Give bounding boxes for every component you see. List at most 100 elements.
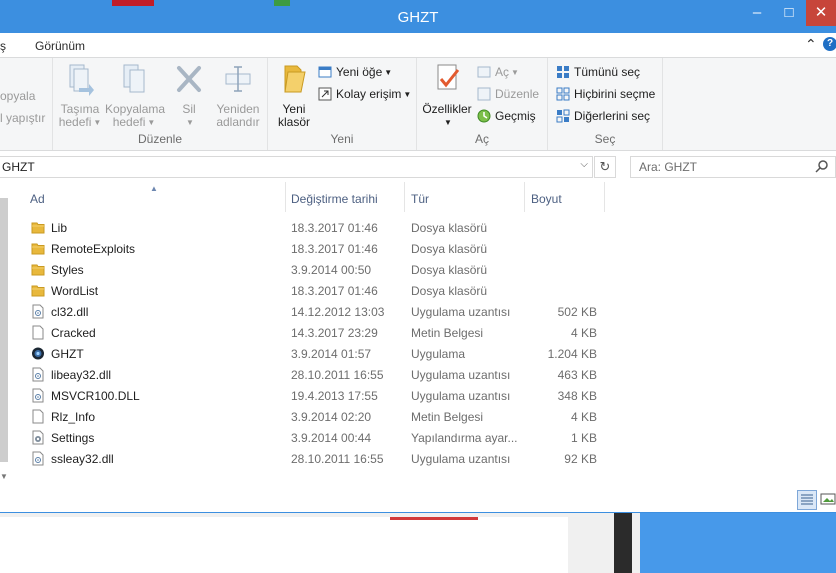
tab-view[interactable]: Görünüm (35, 39, 85, 53)
file-type: Dosya klasörü (411, 263, 488, 277)
scrollbar-thumb[interactable] (0, 198, 8, 462)
file-row[interactable]: Lib 18.3.2017 01:46 Dosya klasörü (0, 217, 620, 238)
background-window-strip (112, 0, 154, 6)
refresh-button[interactable]: ↻ (594, 156, 616, 178)
dll-icon (31, 388, 45, 403)
background-window (0, 512, 836, 573)
search-icon[interactable] (815, 159, 829, 173)
close-button[interactable]: ✕ (806, 0, 836, 26)
ribbon: opyala l yapıştır Taşıma hedefi ▼ Kopyala… (0, 58, 836, 151)
file-row[interactable]: Settings 3.9.2014 00:44 Yapılandırma ayar.… (0, 427, 620, 448)
history-icon (477, 109, 491, 123)
paste-shortcut-button[interactable]: l yapıştır (0, 108, 45, 128)
maximize-button[interactable]: □ (774, 0, 804, 26)
ribbon-tab-strip: ş Görünüm (0, 33, 836, 58)
text-file-icon (31, 409, 45, 424)
file-name: MSVCR100.DLL (51, 389, 140, 403)
file-date: 18.3.2017 01:46 (291, 242, 378, 256)
file-row[interactable]: Rlz_Info 3.9.2014 02:20 Metin Belgesi 4 KB (0, 406, 620, 427)
file-row[interactable]: libeay32.dll 28.10.2011 16:55 Uygulama uza… (0, 364, 620, 385)
minimize-button[interactable]: – (742, 0, 772, 26)
copy-to-button[interactable]: Kopyalama hedefi ▼ (105, 62, 165, 129)
text-file-icon (31, 325, 45, 340)
group-label-select: Seç (594, 132, 616, 146)
file-row[interactable]: GHZT 3.9.2014 01:57 Uygulama 1.204 KB (0, 343, 620, 364)
file-row[interactable]: ssleay32.dll 28.10.2011 16:55 Uygulama uza… (0, 448, 620, 469)
file-type: Uygulama (411, 347, 466, 361)
easy-access-button[interactable]: Kolay erişim ▼ (318, 84, 411, 104)
collapse-ribbon-icon[interactable]: ⌃ (805, 36, 819, 52)
select-all-icon (557, 66, 569, 78)
file-type: Dosya klasörü (411, 284, 488, 298)
address-dropdown-icon[interactable]: ⌵ (580, 159, 588, 170)
file-type: Yapılandırma ayar... (411, 431, 518, 445)
file-name: Settings (51, 431, 95, 445)
background-window-panel (640, 513, 836, 573)
column-header-size[interactable]: Boyut (525, 182, 605, 212)
address-bar[interactable]: GHZT ⌵ (0, 156, 593, 178)
delete-button[interactable]: Sil ▼ (169, 62, 209, 129)
tab-share[interactable]: ş (0, 39, 6, 53)
search-placeholder: Ara: GHZT (639, 160, 698, 174)
new-folder-button[interactable]: Yeni klasör (272, 62, 316, 129)
address-path: GHZT (2, 160, 35, 174)
file-size: 4 KB (570, 410, 597, 424)
file-name: Styles (51, 263, 84, 277)
file-row[interactable]: RemoteExploits 18.3.2017 01:46 Dosya klasö… (0, 238, 620, 259)
edit-button[interactable]: Düzenle (477, 84, 539, 104)
delete-x-icon (177, 66, 201, 92)
file-row[interactable]: cl32.dll 14.12.2012 13:03 Uygulama uzantıs… (0, 301, 620, 322)
file-date: 3.9.2014 00:44 (291, 431, 372, 445)
ribbon-group-select: Tümünü seç Hiçbirini seçme Diğerlerini s… (548, 58, 663, 150)
rename-button[interactable]: Yeniden adlandır (213, 62, 263, 129)
vertical-scrollbar[interactable]: ▼ (0, 198, 9, 481)
file-name: ssleay32.dll (51, 452, 114, 466)
file-type: Uygulama uzantısı (411, 368, 511, 382)
status-bar (0, 488, 836, 512)
file-size: 502 KB (557, 305, 597, 319)
invert-selection-button[interactable]: Diğerlerini seç (556, 106, 650, 126)
file-row[interactable]: WordList 18.3.2017 01:46 Dosya klasörü (0, 280, 620, 301)
window-title: GHZT (397, 9, 439, 26)
file-name: Lib (51, 221, 68, 235)
folder-icon (31, 220, 45, 235)
group-label-new: Yeni (330, 132, 354, 146)
copy-path-button[interactable]: opyala (0, 86, 35, 106)
select-all-button[interactable]: Tümünü seç (556, 62, 640, 82)
details-view-icon[interactable] (797, 490, 817, 510)
new-item-icon (318, 66, 332, 78)
file-row[interactable]: Styles 3.9.2014 00:50 Dosya klasörü (0, 259, 620, 280)
copy-to-icon (123, 64, 145, 93)
column-header-name[interactable]: Ad (24, 182, 286, 212)
file-date: 14.3.2017 23:29 (291, 326, 378, 340)
address-row: GHZT ⌵ ↻ Ara: GHZT (0, 154, 836, 180)
properties-button[interactable]: Özellikler ▼ (421, 62, 473, 129)
file-date: 19.4.2013 17:55 (291, 389, 378, 403)
column-header-type[interactable]: Tür (405, 182, 525, 212)
file-row[interactable]: Cracked 14.3.2017 23:29 Metin Belgesi 4 KB (0, 322, 620, 343)
new-folder-icon (284, 65, 306, 93)
move-to-button[interactable]: Taşıma hedefi ▼ (57, 62, 103, 129)
column-header-date[interactable]: Değiştirme tarihi (285, 182, 405, 212)
file-date: 28.10.2011 16:55 (291, 368, 384, 382)
file-name: Rlz_Info (51, 410, 96, 424)
file-type: Uygulama uzantısı (411, 389, 511, 403)
history-button[interactable]: Geçmiş (477, 106, 536, 126)
scroll-down-arrow[interactable]: ▼ (0, 472, 8, 481)
properties-icon (437, 64, 460, 90)
help-icon[interactable]: ? (823, 37, 836, 51)
open-icon (477, 66, 491, 78)
file-size: 1 KB (570, 431, 597, 445)
search-box[interactable]: Ara: GHZT (630, 156, 836, 178)
file-date: 3.9.2014 02:20 (291, 410, 372, 424)
file-type: Metin Belgesi (411, 410, 484, 424)
file-row[interactable]: MSVCR100.DLL 19.4.2013 17:55 Uygulama uzan… (0, 385, 620, 406)
file-name: cl32.dll (51, 305, 89, 319)
folder-icon (31, 241, 45, 256)
large-icons-view-icon[interactable] (820, 491, 836, 507)
open-button[interactable]: Aç ▼ (477, 62, 519, 82)
rename-icon (225, 66, 251, 92)
invert-selection-icon (556, 109, 570, 123)
select-none-button[interactable]: Hiçbirini seçme (556, 84, 655, 104)
new-item-button[interactable]: Yeni öğe ▼ (318, 62, 392, 82)
